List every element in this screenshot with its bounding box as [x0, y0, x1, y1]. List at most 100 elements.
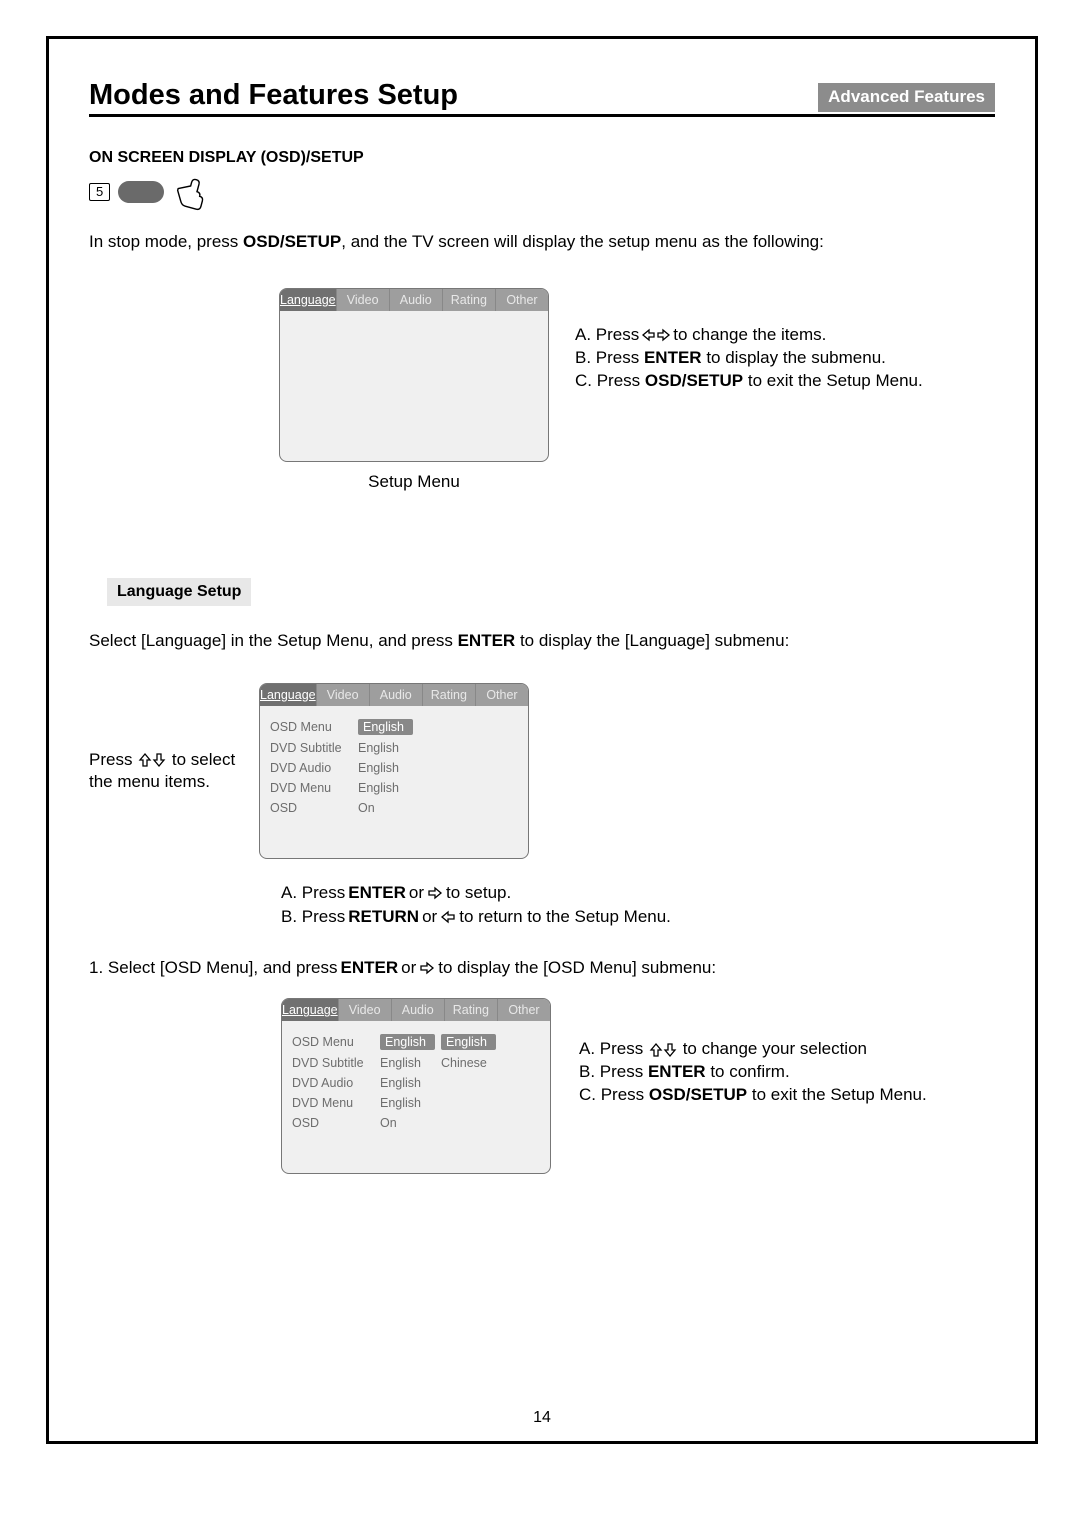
remote-button-icon [118, 181, 164, 203]
instr1-b: B. Press ENTER to display the submenu. [575, 347, 923, 370]
language-setup-heading: Language Setup [107, 578, 251, 606]
i3b-pre: B. Press [579, 1062, 648, 1081]
menu-row: DVD Subtitle English Chinese [292, 1053, 540, 1073]
right-arrow-icon [419, 961, 435, 975]
menu-row: DVD Menu English [292, 1093, 540, 1113]
row-v: English [358, 781, 413, 795]
instr1-c: C. Press OSD/SETUP to exit the Setup Men… [575, 370, 923, 393]
bb-pre: B. Press [281, 905, 345, 929]
osd-menu-screen: Language Video Audio Rating Other OSD Me… [281, 998, 551, 1174]
instr3-a: A. Press to change your selection [579, 1038, 927, 1061]
row-k: DVD Menu [292, 1096, 374, 1110]
below-instr: A. Press ENTER or to setup. B. Press RET… [281, 881, 995, 929]
row-v: English [380, 1034, 435, 1050]
row-v: English [380, 1096, 435, 1110]
setup-menu-col: Language Video Audio Rating Other Setup … [279, 288, 549, 492]
lang-tabs: Language Video Audio Rating Other [260, 684, 528, 706]
instr1-a: A. Press to change the items. [575, 324, 923, 347]
setup-menu-screen: Language Video Audio Rating Other [279, 288, 549, 462]
page-title: Modes and Features Setup [89, 79, 458, 112]
tab-video: Video [337, 289, 390, 311]
step-number: 5 [89, 183, 110, 201]
header-rule [89, 114, 995, 117]
setup-block-3: Language Video Audio Rating Other OSD Me… [281, 998, 995, 1174]
row-k: OSD [270, 801, 352, 815]
row-k: OSD Menu [292, 1035, 374, 1049]
i3c-post: to exit the Setup Menu. [747, 1085, 927, 1104]
lang-menu-screen: Language Video Audio Rating Other OSD Me… [259, 683, 529, 859]
intro-text: In stop mode, press OSD/SETUP, and the T… [89, 231, 995, 254]
remote-icons: 5 [89, 173, 995, 211]
osd-menu-body: OSD Menu English English DVD Subtitle Engli… [282, 1021, 550, 1143]
tab-other-2: Other [476, 684, 528, 706]
up-down-arrow-icon [648, 1042, 678, 1058]
menu-row: OSD MenuEnglishEnglish [292, 1031, 540, 1053]
row-v2: Chinese [441, 1056, 496, 1070]
lang-select-text: Select [Language] in the Setup Menu, and… [89, 630, 995, 653]
row-k: DVD Subtitle [270, 741, 352, 755]
s1-post: to display the [OSD Menu] submenu: [438, 958, 716, 978]
row-k: OSD [292, 1116, 374, 1130]
instr-col-3: A. Press to change your selection B. Pre… [579, 1038, 927, 1107]
menu-row: OSD On [292, 1113, 540, 1133]
osd-tabs: Language Video Audio Rating Other [282, 999, 550, 1021]
tab-audio: Audio [390, 289, 443, 311]
intro-bold: OSD/SETUP [243, 232, 341, 251]
tab-video-2: Video [317, 684, 370, 706]
menu-row: DVD SubtitleEnglish [270, 738, 518, 758]
section-badge: Advanced Features [818, 83, 995, 112]
row-v: English [380, 1056, 435, 1070]
ba-pre: A. Press [281, 881, 345, 905]
setup-block-1: Language Video Audio Rating Other Setup … [279, 288, 995, 492]
tab-other-3: Other [498, 999, 550, 1021]
setup-caption: Setup Menu [279, 472, 549, 492]
i3a-pre: A. Press [579, 1039, 648, 1058]
below-a: A. Press ENTER or to setup. [281, 881, 995, 905]
pointing-hand-icon [168, 169, 215, 216]
left-note-pre: Press [89, 750, 137, 769]
tab-rating: Rating [443, 289, 496, 311]
tab-video-3: Video [339, 999, 392, 1021]
header-row: Modes and Features Setup Advanced Featur… [89, 79, 995, 112]
tab-language-3: Language [282, 999, 339, 1021]
row-v: English [380, 1076, 435, 1090]
row-k: OSD Menu [270, 720, 352, 734]
osd-heading: ON SCREEN DISPLAY (OSD)/SETUP [89, 149, 995, 167]
tab-other: Other [496, 289, 548, 311]
menu-row: DVD Audio English [270, 758, 518, 778]
bb-mid: or [422, 905, 437, 929]
instr-col-1: A. Press to change the items. B. Press E… [575, 324, 923, 393]
instr1-b-pre: B. Press [575, 348, 644, 367]
i3c-bold: OSD/SETUP [649, 1085, 747, 1104]
row-k: DVD Audio [270, 761, 352, 775]
tab-language-2: Language [260, 684, 317, 706]
s1-bold: ENTER [341, 958, 399, 978]
row-k: DVD Audio [292, 1076, 374, 1090]
tab-audio-3: Audio [392, 999, 445, 1021]
lang-select-2: to display the [Language] submenu: [515, 631, 789, 650]
instr1-c-bold: OSD/SETUP [645, 371, 743, 390]
left-right-arrow-icon [641, 327, 671, 343]
numbered-step-1: 1. Select [OSD Menu], and press ENTER or… [89, 958, 995, 978]
instr1-c-pre: C. Press [575, 371, 645, 390]
instr3-b: B. Press ENTER to confirm. [579, 1061, 927, 1084]
row-k: DVD Menu [270, 781, 352, 795]
ba-post: to setup. [446, 881, 511, 905]
menu-row: OSD Menu English [270, 716, 518, 738]
instr1-a-pre: A. Press [575, 324, 639, 347]
row-v: On [380, 1116, 435, 1130]
i3a-post: to change your selection [683, 1039, 867, 1058]
row-k: DVD Subtitle [292, 1056, 374, 1070]
below-b: B. Press RETURN or to return to the Setu… [281, 905, 995, 929]
up-down-arrow-icon [137, 752, 167, 768]
menu-row: DVD Audio English [292, 1073, 540, 1093]
right-arrow-icon [427, 886, 443, 900]
menu-row: OSDOn [270, 798, 518, 818]
setup-block-2: Press to select the menu items. Language… [89, 683, 995, 859]
row-v: English [358, 719, 413, 735]
left-note: Press to select the menu items. [89, 749, 259, 793]
i3b-post: to confirm. [706, 1062, 790, 1081]
menu-row: DVD Menu English [270, 778, 518, 798]
page-number: 14 [49, 1409, 1035, 1427]
row-v: English [358, 761, 413, 775]
